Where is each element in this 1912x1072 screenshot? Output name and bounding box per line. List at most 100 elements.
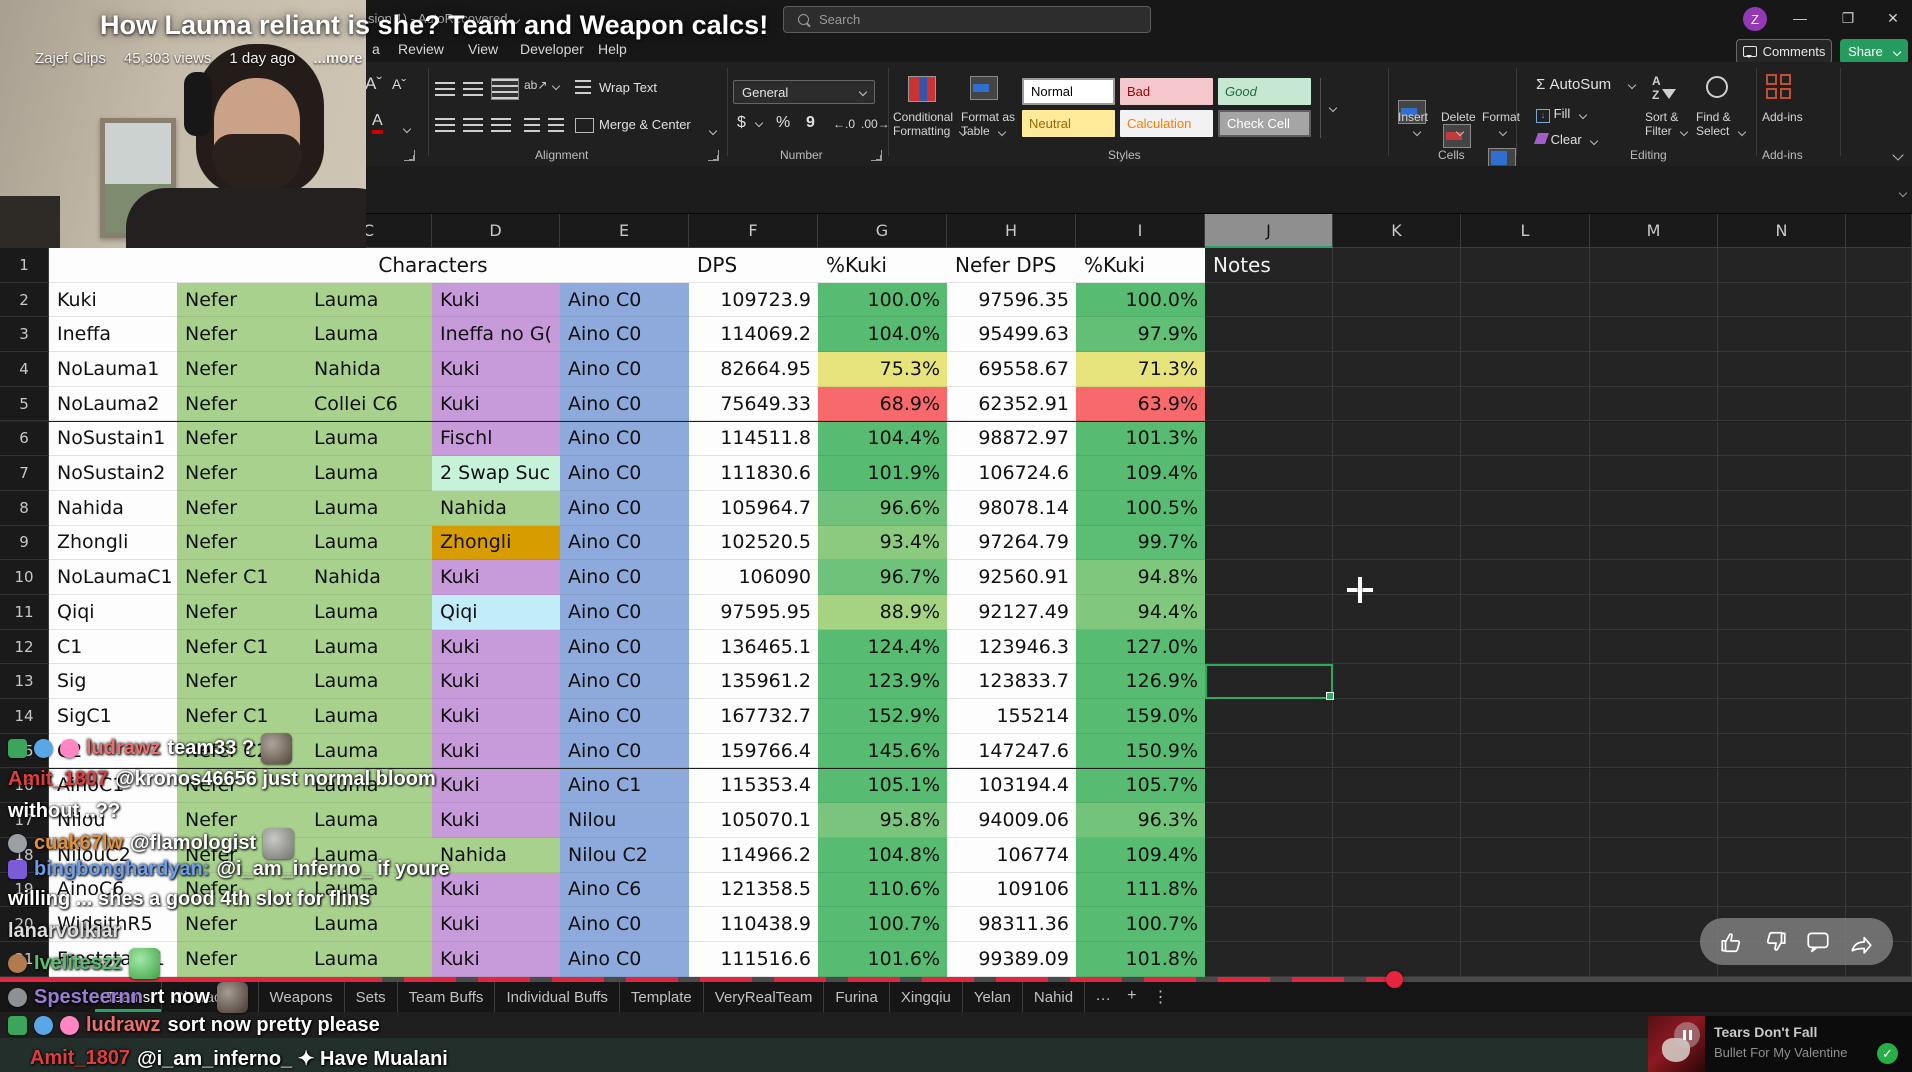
cell-c-r3[interactable]: Lauma (306, 317, 432, 353)
cell-neferdps-r4[interactable]: 69558.67 (947, 352, 1076, 387)
cell-empty[interactable] (1846, 282, 1912, 318)
cell-empty[interactable] (1333, 733, 1461, 769)
cell-empty[interactable] (1461, 456, 1590, 491)
column-header-J[interactable]: J (1205, 214, 1333, 248)
cell-empty[interactable] (1333, 837, 1461, 873)
cell-name-r12[interactable]: C1 (49, 629, 177, 665)
share-button-overlay[interactable] (1848, 929, 1874, 955)
cell-empty[interactable] (1205, 421, 1333, 457)
cell-empty[interactable] (1461, 352, 1590, 387)
cell-e-r21[interactable]: Aino C0 (560, 942, 689, 977)
cell-empty[interactable] (1333, 352, 1461, 387)
cell-empty[interactable] (1461, 525, 1590, 561)
cell-empty[interactable] (1461, 664, 1590, 700)
row-header-2[interactable]: 2 (0, 282, 49, 318)
cell-empty[interactable] (1846, 317, 1912, 353)
cell-empty[interactable] (1590, 699, 1718, 734)
cell-empty[interactable] (1718, 768, 1846, 804)
cell-empty[interactable] (1846, 837, 1912, 873)
cell-e-r3[interactable]: Aino C0 (560, 317, 689, 353)
cell-pct1-r5[interactable]: 68.9% (818, 386, 947, 422)
column-header-D[interactable]: D (432, 214, 560, 248)
cell-pct2-r16[interactable]: 105.7% (1076, 768, 1205, 804)
cell-e-r10[interactable]: Aino C0 (560, 560, 689, 595)
cell-d-r16[interactable]: Kuki (432, 768, 560, 804)
column-header-M[interactable]: M (1590, 214, 1718, 248)
more-link[interactable]: ...more (313, 50, 362, 67)
cell-empty[interactable] (1590, 352, 1718, 387)
cell-empty[interactable] (1590, 872, 1718, 908)
cell-pct1-r20[interactable]: 100.7% (818, 907, 947, 942)
cell-pct1-r16[interactable]: 105.1% (818, 768, 947, 804)
cell-empty[interactable] (1333, 699, 1461, 734)
cell-empty[interactable] (1461, 837, 1590, 873)
cell-empty[interactable] (1205, 317, 1333, 353)
cell-dps-r14[interactable]: 167732.7 (689, 699, 818, 734)
cell-pct1-r12[interactable]: 124.4% (818, 629, 947, 665)
cell-d-r5[interactable]: Kuki (432, 386, 560, 422)
cell-dps-r8[interactable]: 105964.7 (689, 490, 818, 526)
cell-pct1-r4[interactable]: 75.3% (818, 352, 947, 387)
column-header-I[interactable]: I (1076, 214, 1205, 248)
fill-handle[interactable] (1326, 692, 1334, 701)
cell-e-r16[interactable]: Aino C1 (560, 768, 689, 804)
cell-empty[interactable] (1718, 560, 1846, 595)
cell-b-r7[interactable]: Nefer (177, 456, 306, 491)
cell-d-r2[interactable]: Kuki (432, 282, 560, 318)
cell-empty[interactable] (1205, 352, 1333, 387)
cell-b-r5[interactable]: Nefer (177, 386, 306, 422)
cell-dps-r6[interactable]: 114511.8 (689, 421, 818, 457)
cell-name-r11[interactable]: Qiqi (49, 595, 177, 630)
column-header-partial[interactable] (1846, 214, 1912, 248)
cell-b-r2[interactable]: Nefer (177, 282, 306, 318)
cell-e-r20[interactable]: Aino C0 (560, 907, 689, 942)
cell-e-r6[interactable]: Aino C0 (560, 421, 689, 457)
column-header-L[interactable]: L (1461, 214, 1590, 248)
cell-name-r14[interactable]: SigC1 (49, 699, 177, 734)
cell-empty[interactable] (1590, 768, 1718, 804)
like-button[interactable] (1719, 929, 1745, 955)
cell-empty[interactable] (1590, 525, 1718, 561)
cell-b-r9[interactable]: Nefer (177, 525, 306, 561)
cell-dps-r13[interactable]: 135961.2 (689, 664, 818, 700)
row-header-12[interactable]: 12 (0, 629, 49, 665)
cell-empty[interactable] (1205, 525, 1333, 561)
tab-menu-icon[interactable]: ⋮ (1152, 987, 1168, 1007)
cell-b-r6[interactable]: Nefer (177, 421, 306, 457)
cell-empty[interactable] (1718, 248, 1846, 283)
cell-empty[interactable] (1205, 560, 1333, 595)
cell-empty[interactable] (1718, 699, 1846, 734)
cell-pct1-r7[interactable]: 101.9% (818, 456, 947, 491)
cell-b-r14[interactable]: Nefer C1 (177, 699, 306, 734)
row-header-9[interactable]: 9 (0, 525, 49, 561)
cell-pct2-r9[interactable]: 99.7% (1076, 525, 1205, 561)
column-header-F[interactable]: F (689, 214, 818, 248)
cell-name-r7[interactable]: NoSustain2 (49, 456, 177, 491)
cell-empty[interactable] (1333, 803, 1461, 838)
cell-e-r14[interactable]: Aino C0 (560, 699, 689, 734)
cell-d-r18[interactable]: Nahida (432, 837, 560, 873)
cell-e-r8[interactable]: Aino C0 (560, 490, 689, 526)
cell-characters-merged[interactable]: Characters (177, 248, 689, 283)
cell-neferdps-r7[interactable]: 106724.6 (947, 456, 1076, 491)
cell-c-r12[interactable]: Lauma (306, 629, 432, 665)
video-playhead[interactable] (1386, 971, 1403, 988)
cell-c-r5[interactable]: Collei C6 (306, 386, 432, 422)
cell-empty[interactable] (1718, 733, 1846, 769)
cell-empty[interactable] (1461, 282, 1590, 318)
cell-pct1-r13[interactable]: 123.9% (818, 664, 947, 700)
cell-empty[interactable] (1590, 490, 1718, 526)
cell-neferdps-r13[interactable]: 123833.7 (947, 664, 1076, 700)
cell-empty[interactable] (1846, 803, 1912, 838)
cell-c-r20[interactable]: Lauma (306, 907, 432, 942)
cell-e-r12[interactable]: Aino C0 (560, 629, 689, 665)
new-sheet-button[interactable]: + (1127, 987, 1136, 1007)
cell-name-r6[interactable]: NoSustain1 (49, 421, 177, 457)
cell-empty[interactable] (1590, 421, 1718, 457)
cell-name-r4[interactable]: NoLauma1 (49, 352, 177, 387)
cell-c-r9[interactable]: Lauma (306, 525, 432, 561)
cell-b-r13[interactable]: Nefer (177, 664, 306, 700)
cell-pct1-r11[interactable]: 88.9% (818, 595, 947, 630)
cell-dps-r19[interactable]: 121358.5 (689, 872, 818, 908)
cell-empty[interactable] (1205, 629, 1333, 665)
